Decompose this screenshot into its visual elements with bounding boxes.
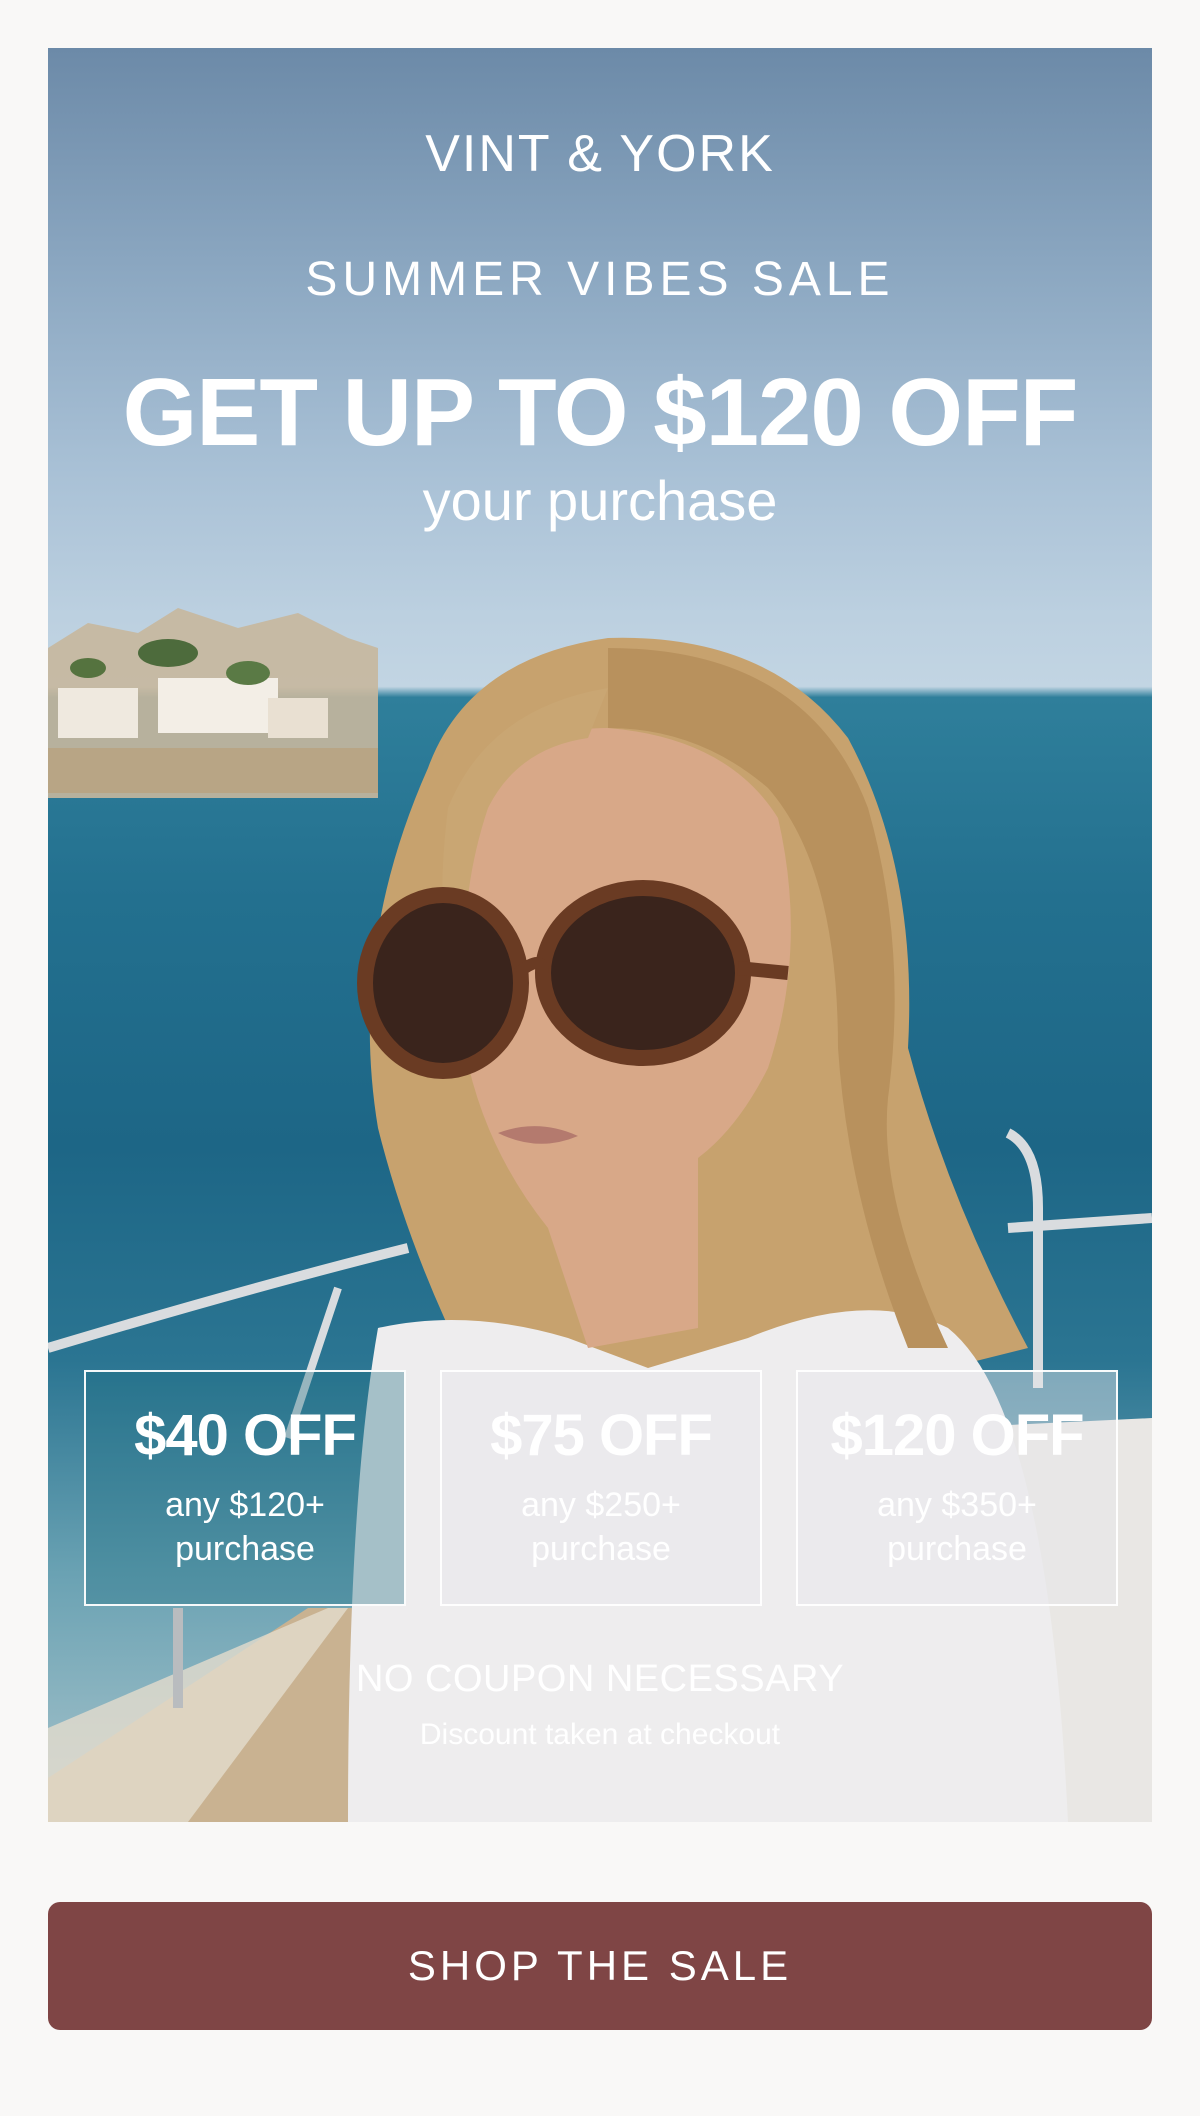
- offer-condition: any $250+ purchase: [521, 1486, 681, 1568]
- checkout-note: Discount taken at checkout: [419, 1718, 781, 1751]
- hero-banner: VINT & YORK SUMMER VIBES SALE GET UP TO …: [48, 48, 1152, 1822]
- sale-eyebrow: SUMMER VIBES SALE: [305, 253, 895, 306]
- offer-tile-120[interactable]: $120 OFF any $350+ purchase: [796, 1370, 1118, 1606]
- offer-condition: any $120+ purchase: [165, 1486, 325, 1568]
- offer-amount: $120 OFF: [830, 1403, 1084, 1468]
- no-coupon-note: NO COUPON NECESSARY: [355, 1658, 845, 1700]
- offer-amount: $75 OFF: [490, 1403, 713, 1468]
- sale-headline: GET UP TO $120 OFF: [122, 359, 1079, 466]
- offer-tile-40[interactable]: $40 OFF any $120+ purchase: [84, 1370, 406, 1606]
- offer-tile-75[interactable]: $75 OFF any $250+ purchase: [440, 1370, 762, 1606]
- offer-tiles: $40 OFF any $120+ purchase $75 OFF any $…: [84, 1370, 1118, 1606]
- brand-logo[interactable]: VINT & YORK: [48, 124, 1152, 184]
- offer-condition: any $350+ purchase: [877, 1486, 1037, 1568]
- sale-subline: your purchase: [422, 469, 778, 532]
- shop-the-sale-button[interactable]: SHOP THE SALE: [48, 1902, 1152, 2030]
- offer-amount: $40 OFF: [134, 1403, 357, 1468]
